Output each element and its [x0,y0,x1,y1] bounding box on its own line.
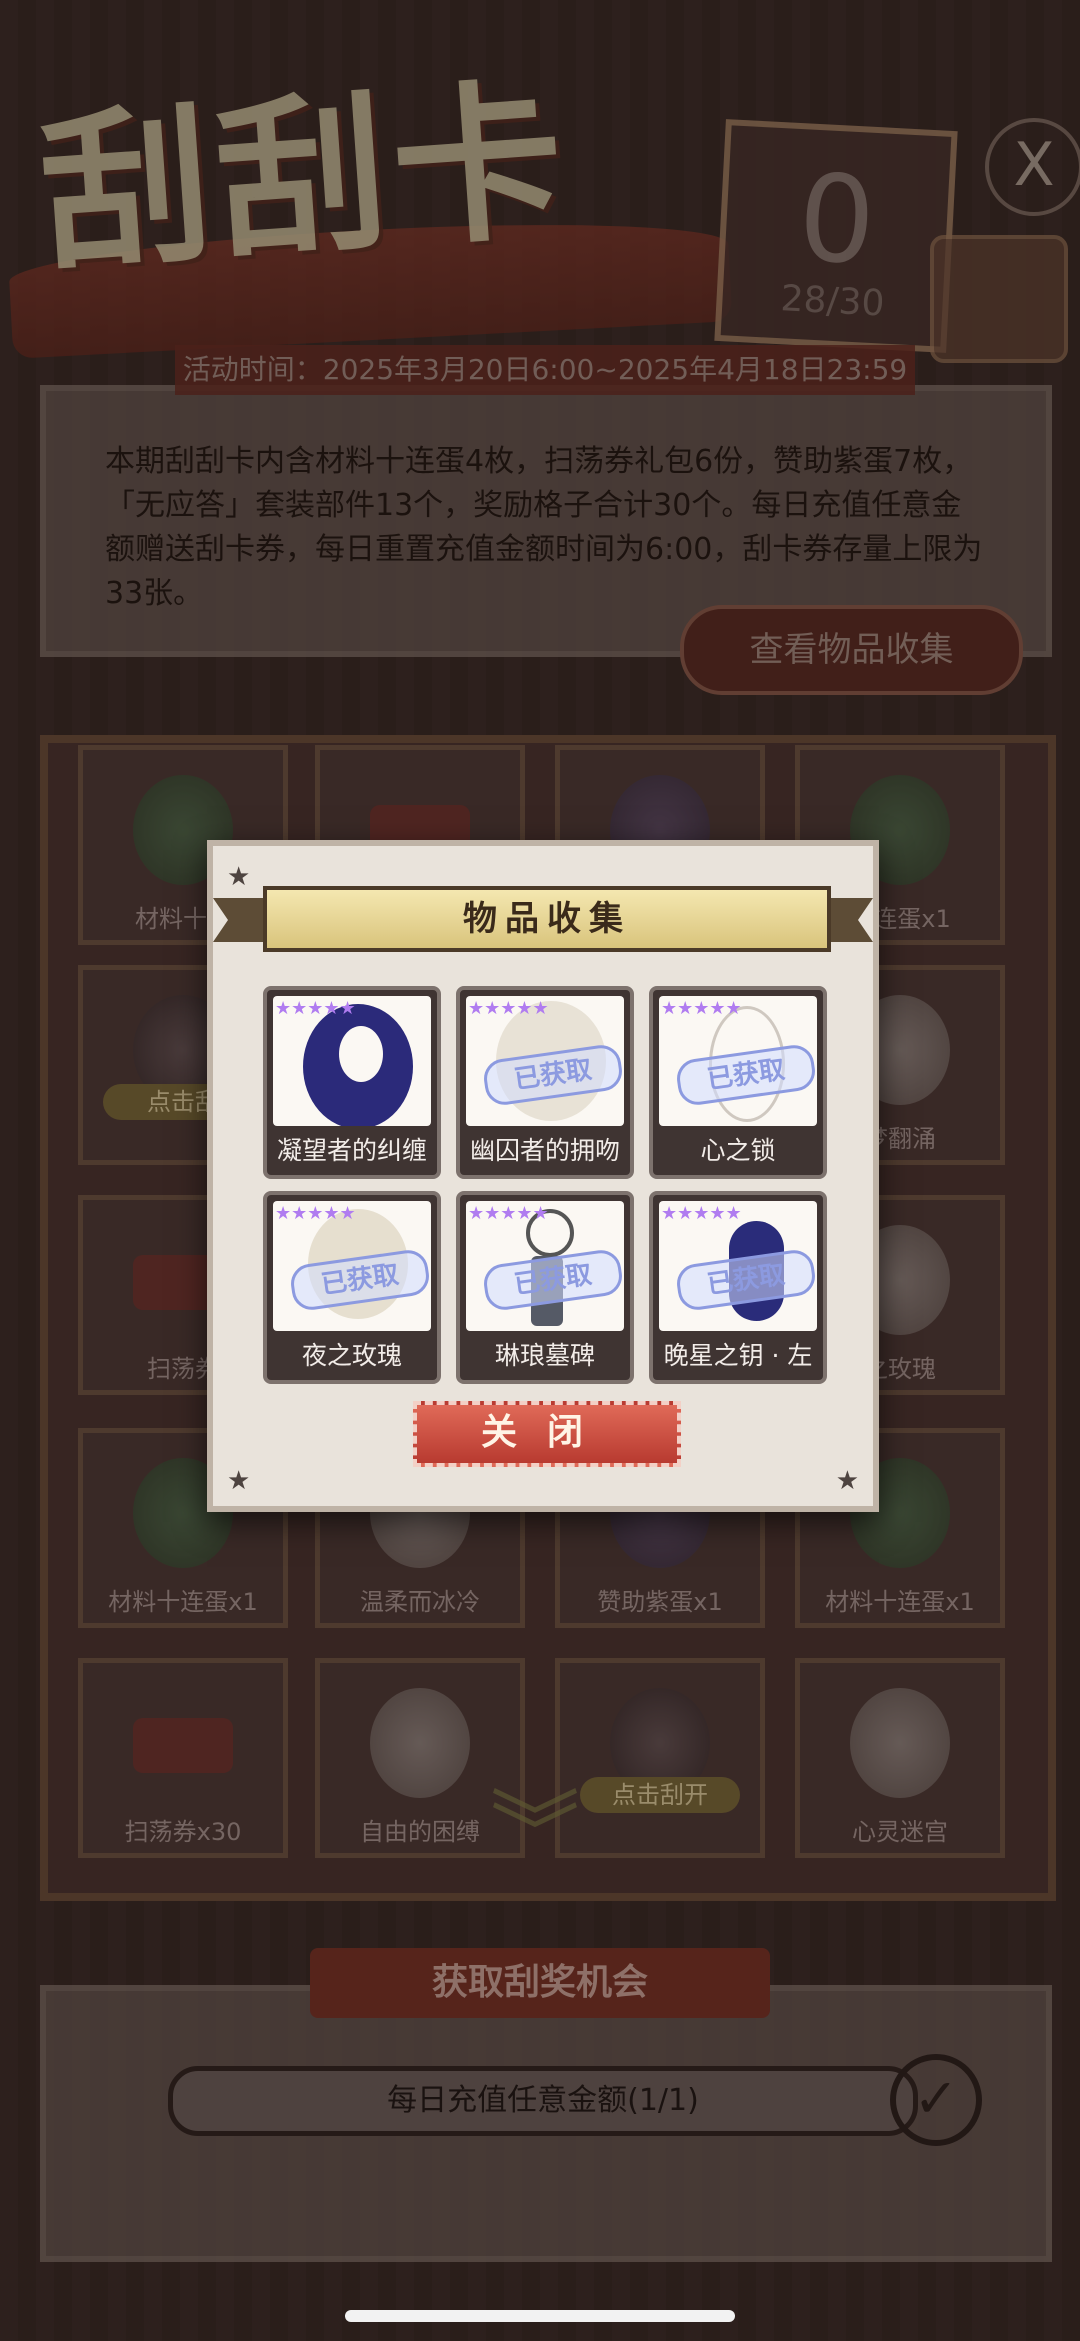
item-name: 凝望者的纠缠 [276,1136,427,1165]
modal-title: 物品收集 [263,886,831,952]
item-name: 琳琅墓碑 [494,1341,595,1370]
star-corner-icon: ★ [227,1466,251,1496]
rarity-stars: ★★★★★ [661,998,742,1019]
rarity-stars: ★★★★★ [275,1203,356,1224]
rarity-stars: ★★★★★ [468,1203,549,1224]
item-name: 幽囚者的拥吻 [469,1136,620,1165]
item-name: 晚星之钥 · 左 [663,1341,813,1370]
collection-modal: ★ ★ ★ 物品收集 ★★★★★ 凝望者的纠缠 ★★★★★ 已获取 幽囚者的拥吻… [207,840,879,1512]
face-silhouette [339,1026,383,1082]
collection-item[interactable]: ★★★★★ 已获取 幽囚者的拥吻 [456,986,634,1179]
home-indicator[interactable] [345,2310,735,2322]
rarity-stars: ★★★★★ [661,1203,742,1224]
star-corner-icon: ★ [227,862,251,892]
rarity-stars: ★★★★★ [275,998,356,1019]
collection-item[interactable]: ★★★★★ 凝望者的纠缠 [263,986,441,1179]
collection-item[interactable]: ★★★★★ 已获取 琳琅墓碑 [456,1191,634,1384]
rarity-stars: ★★★★★ [468,998,549,1019]
modal-close-button[interactable]: 关闭 [413,1401,681,1467]
item-name: 夜之玫瑰 [301,1341,402,1370]
item-name: 心之锁 [700,1136,776,1165]
collection-item[interactable]: ★★★★★ 已获取 晚星之钥 · 左 [649,1191,827,1384]
star-corner-icon: ★ [835,1466,859,1496]
collection-item[interactable]: ★★★★★ 已获取 夜之玫瑰 [263,1191,441,1384]
collection-item[interactable]: ★★★★★ 已获取 心之锁 [649,986,827,1179]
